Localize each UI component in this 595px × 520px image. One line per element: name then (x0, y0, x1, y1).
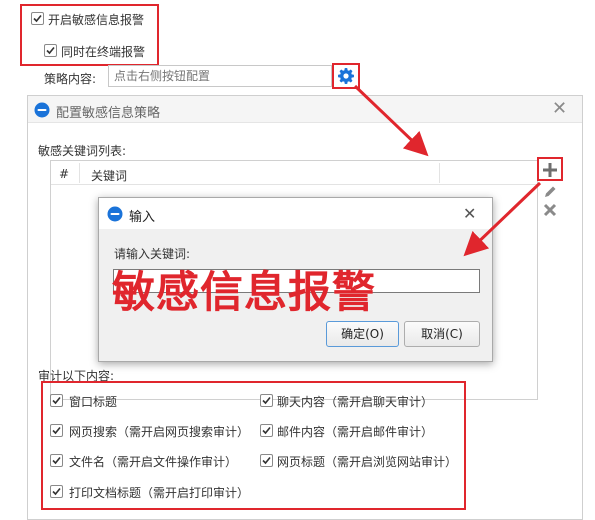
dialog-title: 配置敏感信息策略 (56, 106, 161, 121)
check-icon (52, 487, 61, 496)
audit-item-label: 网页搜索（需开启网页搜索审计） (69, 425, 250, 439)
audit-item-label: 邮件内容（需开启邮件审计） (277, 425, 434, 439)
annotation-box-alert-options (20, 4, 159, 66)
check-icon (52, 396, 61, 405)
annotation-box-add (537, 157, 563, 181)
input-dialog-title: 输入 (129, 210, 156, 225)
audit-checkbox-window-title[interactable] (50, 394, 63, 407)
check-icon (262, 396, 271, 405)
pencil-icon (545, 186, 556, 197)
audit-checkbox-chat[interactable] (260, 394, 273, 407)
input-dialog: 输入 ✕ 请输入关键词: 确定(O) 取消(C) 敏感信息报警 (98, 197, 493, 362)
close-icon[interactable]: ✕ (552, 99, 567, 119)
strategy-input[interactable] (108, 65, 332, 87)
audit-item-label: 网页标题（需开启浏览网站审计） (277, 455, 458, 469)
check-icon (262, 456, 271, 465)
audit-checkbox-web-title[interactable] (260, 454, 273, 467)
keyword-list-label: 敏感关键词列表: (38, 144, 127, 158)
audit-item-label: 窗口标题 (69, 395, 118, 409)
keyword-table-header: # 关键词 (51, 161, 537, 185)
column-divider (79, 163, 80, 183)
delete-keyword-button[interactable] (542, 202, 558, 218)
annotation-box-gear (332, 63, 360, 89)
check-icon (262, 426, 271, 435)
audit-item-label: 文件名（需开启文件操作审计） (69, 455, 238, 469)
input-dialog-titlebar: 输入 ✕ (99, 198, 492, 229)
ok-button-label: 确定(O) (341, 327, 384, 341)
edit-keyword-button[interactable] (542, 184, 558, 200)
audit-item-label: 打印文档标题（需开启打印审计） (69, 486, 250, 500)
audit-checkbox-mail[interactable] (260, 424, 273, 437)
audit-checkbox-print[interactable] (50, 485, 63, 498)
close-icon[interactable]: ✕ (463, 204, 476, 224)
cancel-button[interactable]: 取消(C) (404, 321, 480, 347)
column-header-keyword: 关键词 (91, 169, 128, 183)
keyword-input-value: 敏感信息报警 (112, 268, 376, 318)
audit-checkbox-filename[interactable] (50, 454, 63, 467)
check-icon (52, 456, 61, 465)
audit-item-label: 聊天内容（需开启聊天审计） (277, 395, 434, 409)
app-logo-icon (107, 206, 123, 222)
column-divider (439, 163, 440, 183)
dialog-titlebar: 配置敏感信息策略 ✕ (28, 96, 582, 123)
delete-icon (543, 203, 557, 217)
column-header-index: # (59, 167, 70, 181)
cancel-button-label: 取消(C) (421, 327, 463, 341)
strategy-label: 策略内容: (44, 72, 97, 86)
ok-button[interactable]: 确定(O) (326, 321, 399, 347)
check-icon (52, 426, 61, 435)
audit-checkbox-web-search[interactable] (50, 424, 63, 437)
app-logo-icon (34, 102, 50, 118)
